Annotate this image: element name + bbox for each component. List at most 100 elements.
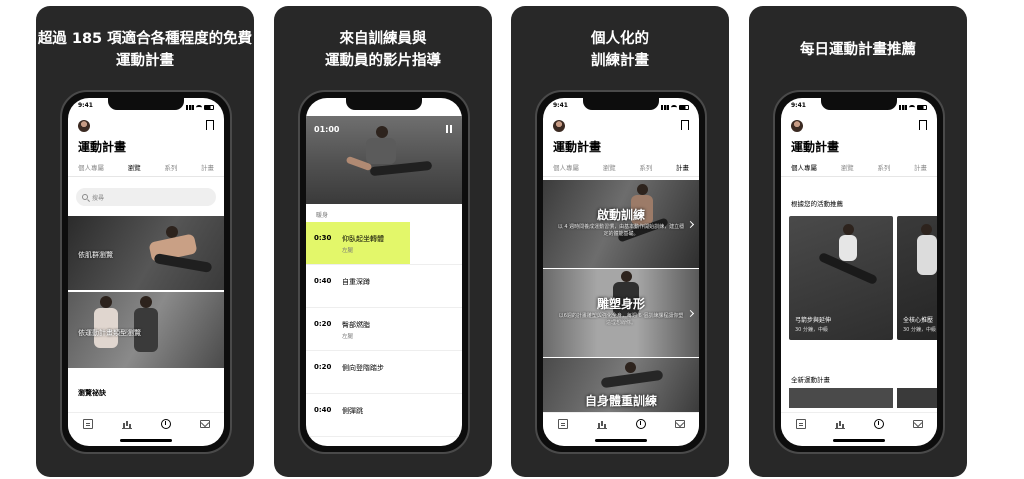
timer-icon[interactable]	[160, 418, 171, 429]
browse-by-muscle-card[interactable]: 依肌群瀏覽	[68, 216, 224, 290]
page-title: 運動計畫	[791, 140, 840, 154]
notch	[108, 98, 184, 110]
promo-panel-browse: 超過 185 項適合各種程度的免費 運動計畫 9:41 運動計畫 個人專屬 瀏覽…	[36, 6, 254, 477]
tab-plans[interactable]: 計畫	[914, 162, 927, 177]
tab-plans[interactable]: 計畫	[675, 162, 689, 177]
search-placeholder: 搜尋	[92, 194, 105, 202]
workout-meta: 30 分鐘，中級	[795, 327, 828, 333]
tab-collections[interactable]: 系列	[164, 162, 177, 177]
section-label: 暖身	[316, 212, 329, 219]
video-timer: 01:00	[314, 125, 340, 134]
bottom-nav	[68, 412, 224, 434]
workout-meta: 30 分鐘，中級	[903, 327, 936, 333]
signal-icon	[899, 104, 907, 110]
pause-icon[interactable]	[446, 125, 452, 133]
phone-screen: 9:41 運動計畫 個人專屬 瀏覽 系列 計畫 搜尋 依肌群瀏覽 依運動計畫類型…	[68, 98, 224, 446]
tab-personal[interactable]: 個人專屬	[78, 162, 104, 177]
status-time: 9:41	[78, 102, 93, 109]
promo-panel-plans: 個人化的 訓練計畫 9:41 運動計畫 個人專屬 瀏覽 系列 計畫 啟動訓練 以…	[511, 6, 729, 477]
page-title: 運動計畫	[553, 140, 602, 154]
search-icon	[82, 194, 88, 200]
log-icon[interactable]	[82, 418, 93, 429]
activity-chart-icon[interactable]	[596, 419, 607, 429]
tab-bar: 個人專屬 瀏覽 系列 計畫	[791, 162, 927, 177]
exercise-row[interactable]: 0:30 仰臥起坐轉體 左腿	[306, 222, 462, 265]
home-indicator	[120, 439, 172, 442]
exercise-row[interactable]: 0:20 側向登階踏步	[306, 351, 462, 394]
tab-plans[interactable]: 計畫	[201, 162, 214, 177]
activity-chart-icon[interactable]	[834, 419, 845, 429]
bookmark-icon[interactable]	[681, 120, 689, 133]
notch	[821, 98, 897, 110]
log-icon[interactable]	[795, 418, 806, 429]
notch	[583, 98, 659, 110]
recommended-workout-card[interactable]: 全核心推壓 30 分鐘，中級	[897, 216, 937, 340]
browse-by-type-card[interactable]: 依運動計畫類型瀏覽	[68, 292, 224, 368]
tab-personal[interactable]: 個人專屬	[791, 162, 817, 177]
plan-title: 雕塑身形	[596, 297, 645, 311]
inbox-icon[interactable]	[199, 419, 210, 428]
phone-frame: 9:41 運動計畫 個人專屬 瀏覽 系列 計畫 啟動訓練 以 4 週時間養成運動…	[535, 90, 707, 454]
section-heading: 根據您的活動推薦	[791, 200, 843, 208]
avatar[interactable]	[791, 120, 803, 132]
battery-icon	[204, 104, 214, 110]
search-input[interactable]: 搜尋	[76, 188, 216, 206]
plan-description: 以 4 週時間養成運動習慣，由基本動作開始訓練，建立穩定的體能基礎。	[557, 224, 685, 237]
tab-bar: 個人專屬 瀏覽 系列 計畫	[78, 162, 214, 177]
timer-icon[interactable]	[873, 418, 884, 429]
home-indicator	[595, 439, 647, 442]
wifi-icon	[671, 104, 677, 110]
panel-caption: 每日運動計畫推薦	[800, 42, 916, 58]
bottom-nav	[543, 412, 699, 434]
plan-title: 啟動訓練	[596, 208, 645, 222]
new-workout-card[interactable]	[789, 388, 893, 408]
page-title: 運動計畫	[78, 140, 127, 154]
signal-icon	[661, 104, 669, 110]
card-label: 依肌群瀏覽	[78, 251, 113, 259]
bottom-nav	[781, 412, 937, 434]
tab-browse[interactable]: 瀏覽	[127, 162, 141, 177]
bookmark-icon[interactable]	[206, 120, 214, 133]
avatar[interactable]	[553, 120, 565, 132]
exercise-list: 0:30 仰臥起坐轉體 左腿 0:40 自重深蹲 0:20 臀部燃脂 左腿 0:…	[306, 222, 462, 437]
panel-caption: 個人化的 訓練計畫	[591, 31, 649, 69]
section-heading: 瀏覽祕訣	[78, 389, 106, 397]
timer-icon[interactable]	[635, 418, 646, 429]
workout-video[interactable]: 01:00	[306, 116, 462, 204]
tab-personal[interactable]: 個人專屬	[553, 162, 579, 177]
tab-browse[interactable]: 瀏覽	[841, 162, 854, 177]
battery-icon	[917, 104, 927, 110]
phone-frame: 9:41 運動計畫 個人專屬 瀏覽 系列 計畫 搜尋 依肌群瀏覽 依運動計畫類型…	[60, 90, 232, 454]
exercise-row[interactable]: 0:20 臀部燃脂 左腿	[306, 308, 462, 351]
activity-chart-icon[interactable]	[121, 419, 132, 429]
battery-icon	[679, 104, 689, 110]
notch	[346, 98, 422, 110]
plan-description: 以6週的計畫雕塑與強化全身，每週 6 個訓練課程讓你塑造理想線條。	[558, 313, 684, 326]
status-time: 9:41	[553, 102, 568, 109]
avatar[interactable]	[78, 120, 90, 132]
phone-screen: 01:00 暖身 0:30 仰臥起坐轉體 左腿 0:40 自重深蹲 0:20 臀…	[306, 98, 462, 446]
promo-panel-recommendations: 每日運動計畫推薦 9:41 運動計畫 個人專屬 瀏覽 系列 計畫 根據您的活動推…	[749, 6, 967, 477]
tab-collections[interactable]: 系列	[639, 162, 652, 177]
bookmark-icon[interactable]	[919, 120, 927, 133]
tab-divider	[543, 176, 699, 177]
card-label: 依運動計畫類型瀏覽	[78, 329, 141, 337]
exercise-row[interactable]: 0:40 自重深蹲	[306, 265, 462, 308]
inbox-icon[interactable]	[674, 419, 685, 428]
wifi-icon	[196, 104, 202, 110]
new-workout-card[interactable]	[897, 388, 937, 408]
panel-caption: 超過 185 項適合各種程度的免費 運動計畫	[37, 31, 253, 69]
plan-card-bodyweight[interactable]: 自身體重訓練	[543, 358, 699, 414]
plan-card-start[interactable]: 啟動訓練 以 4 週時間養成運動習慣，由基本動作開始訓練，建立穩定的體能基礎。	[543, 180, 699, 268]
plan-card-sculpt[interactable]: 雕塑身形 以6週的計畫雕塑與強化全身，每週 6 個訓練課程讓你塑造理想線條。	[543, 269, 699, 357]
panel-caption: 來自訓練員與 運動員的影片指導	[325, 31, 441, 69]
log-icon[interactable]	[557, 418, 568, 429]
tab-collections[interactable]: 系列	[877, 162, 890, 177]
status-time: 9:41	[791, 102, 806, 109]
inbox-icon[interactable]	[912, 419, 923, 428]
recommended-workout-card[interactable]: 弓箭步與延伸 30 分鐘，中級	[789, 216, 893, 340]
exercise-row[interactable]: 0:40 側彈跳	[306, 394, 462, 437]
signal-icon	[186, 104, 194, 110]
tab-browse[interactable]: 瀏覽	[603, 162, 616, 177]
phone-screen: 9:41 運動計畫 個人專屬 瀏覽 系列 計畫 根據您的活動推薦 弓箭步與延伸	[781, 98, 937, 446]
